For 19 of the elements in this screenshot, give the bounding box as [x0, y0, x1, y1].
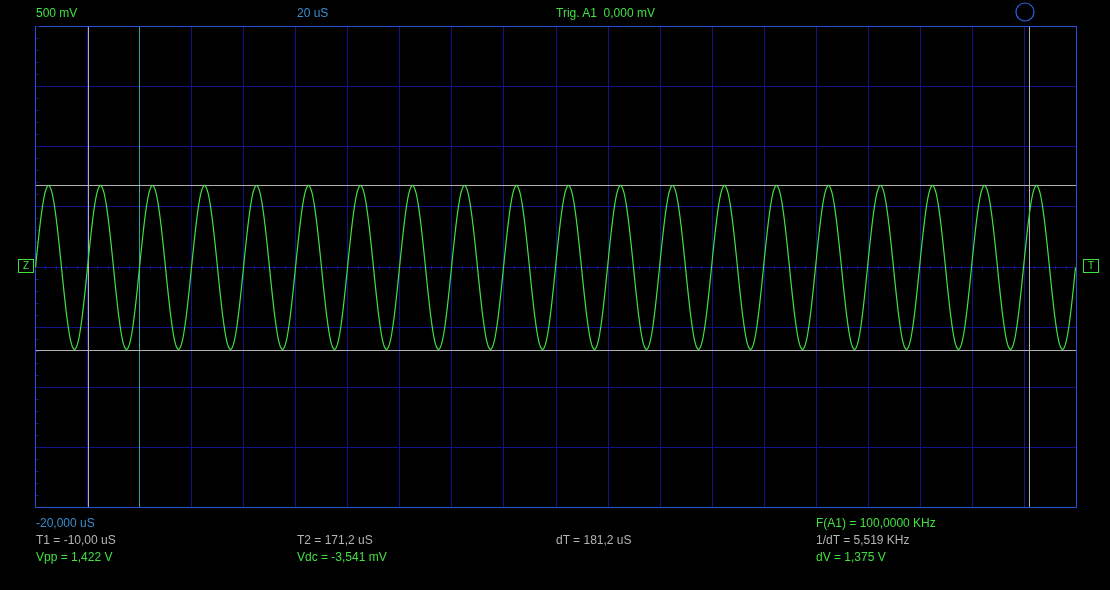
volts-per-div-label: 500 mV — [36, 6, 78, 20]
ground-marker[interactable]: Z — [18, 259, 34, 273]
cursor-line[interactable] — [139, 26, 140, 508]
readout-text: 1/dT = 5,519 KHz — [816, 532, 910, 547]
readout-text: dT = 181,2 uS — [556, 532, 632, 547]
readout-text: -20,000 uS — [36, 515, 95, 530]
cursor-line[interactable] — [35, 185, 1077, 186]
readout-text: Vpp = 1,422 V — [36, 549, 113, 564]
cursor-line[interactable] — [35, 350, 1077, 351]
readout-text: F(A1) = 100,0000 KHz — [816, 515, 936, 530]
trigger-marker[interactable]: T — [1083, 259, 1099, 273]
trigger-label: Trig. A1 0,000 mV — [556, 6, 655, 20]
readout-text: Vdc = -3,541 mV — [297, 549, 387, 564]
cursor-line[interactable] — [88, 26, 89, 508]
circle-icon[interactable] — [1015, 2, 1035, 22]
readout-text: T1 = -10,00 uS — [36, 532, 116, 547]
readout-text: dV = 1,375 V — [816, 549, 886, 564]
time-per-div-label: 20 uS — [297, 6, 329, 20]
readout-text: T2 = 171,2 uS — [297, 532, 373, 547]
